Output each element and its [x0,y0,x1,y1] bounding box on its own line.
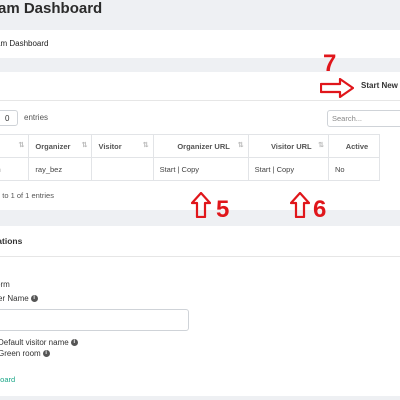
page-title: am Dashboard [0,0,103,17]
arrow-right-icon [320,78,354,98]
table-header-row: om⇅ Organizer⇅ Visitor⇅ Organizer URL⇅ V… [0,134,381,158]
default-visitor-name-checkbox[interactable]: Default visitor name i [0,338,78,347]
rooms-table: om⇅ Organizer⇅ Visitor⇅ Organizer URL⇅ V… [0,134,381,181]
organizer-name-label: zer Namei [0,294,38,303]
entries-select[interactable]: 0 [0,110,18,126]
organizer-name-input[interactable] [0,309,189,331]
entries-label: entries [24,113,49,122]
sort-icon: ⇅ [18,142,25,149]
breadcrumb-bar [0,30,400,58]
info-icon: i [42,350,50,358]
configurations-card-header [0,226,400,257]
arrow-up-icon [191,192,211,218]
info-icon: i [30,295,38,303]
start-new-button[interactable]: Start New [361,81,398,90]
cell-room: wan [0,157,30,181]
visitor-start-link[interactable]: Start [255,165,271,174]
cell-organizer: ray_bez [28,157,93,181]
column-header-organizer[interactable]: Organizer ⇅ [28,134,93,158]
visitor-copy-link[interactable]: Copy [277,165,295,174]
column-header-visitor-url[interactable]: Visitor URL ⇅ [247,134,329,158]
green-room-checkbox[interactable]: Green room i [0,349,50,358]
column-header-room[interactable]: om⇅ [0,134,30,158]
sort-icon: ⇅ [81,142,88,149]
sort-icon: ⇅ [318,142,324,149]
cell-organizer-url: Start | Copy [152,157,249,181]
sort-icon: ⇅ [142,142,149,149]
organizer-start-link[interactable]: Start [160,165,176,174]
dashboard-link[interactable]: board [0,375,15,384]
configurations-title: rations [0,236,23,246]
annotation-6: 6 [313,196,327,223]
cell-visitor-url: Start | Copy [247,157,329,181]
search-input[interactable]: Search... [327,110,400,127]
column-header-visitor[interactable]: Visitor ⇅ [91,134,154,158]
column-header-organizer-url[interactable]: Organizer URL ⇅ [152,134,249,158]
table-row: wan ray_bez Start | Copy Start | Copy No [0,157,381,181]
table-info: 1 to 1 of 1 entries [0,191,54,200]
form-label: orm [0,280,10,289]
organizer-copy-link[interactable]: Copy [182,165,200,174]
breadcrumb: am Dashboard [0,39,49,48]
column-header-active[interactable]: Active [327,134,381,158]
annotation-5: 5 [216,196,230,223]
info-icon: i [70,339,78,347]
sort-icon: ⇅ [237,142,244,149]
cell-active: No [327,157,381,181]
annotation-7: 7 [323,50,337,77]
cell-visitor [91,157,154,181]
arrow-up-icon [290,192,310,218]
